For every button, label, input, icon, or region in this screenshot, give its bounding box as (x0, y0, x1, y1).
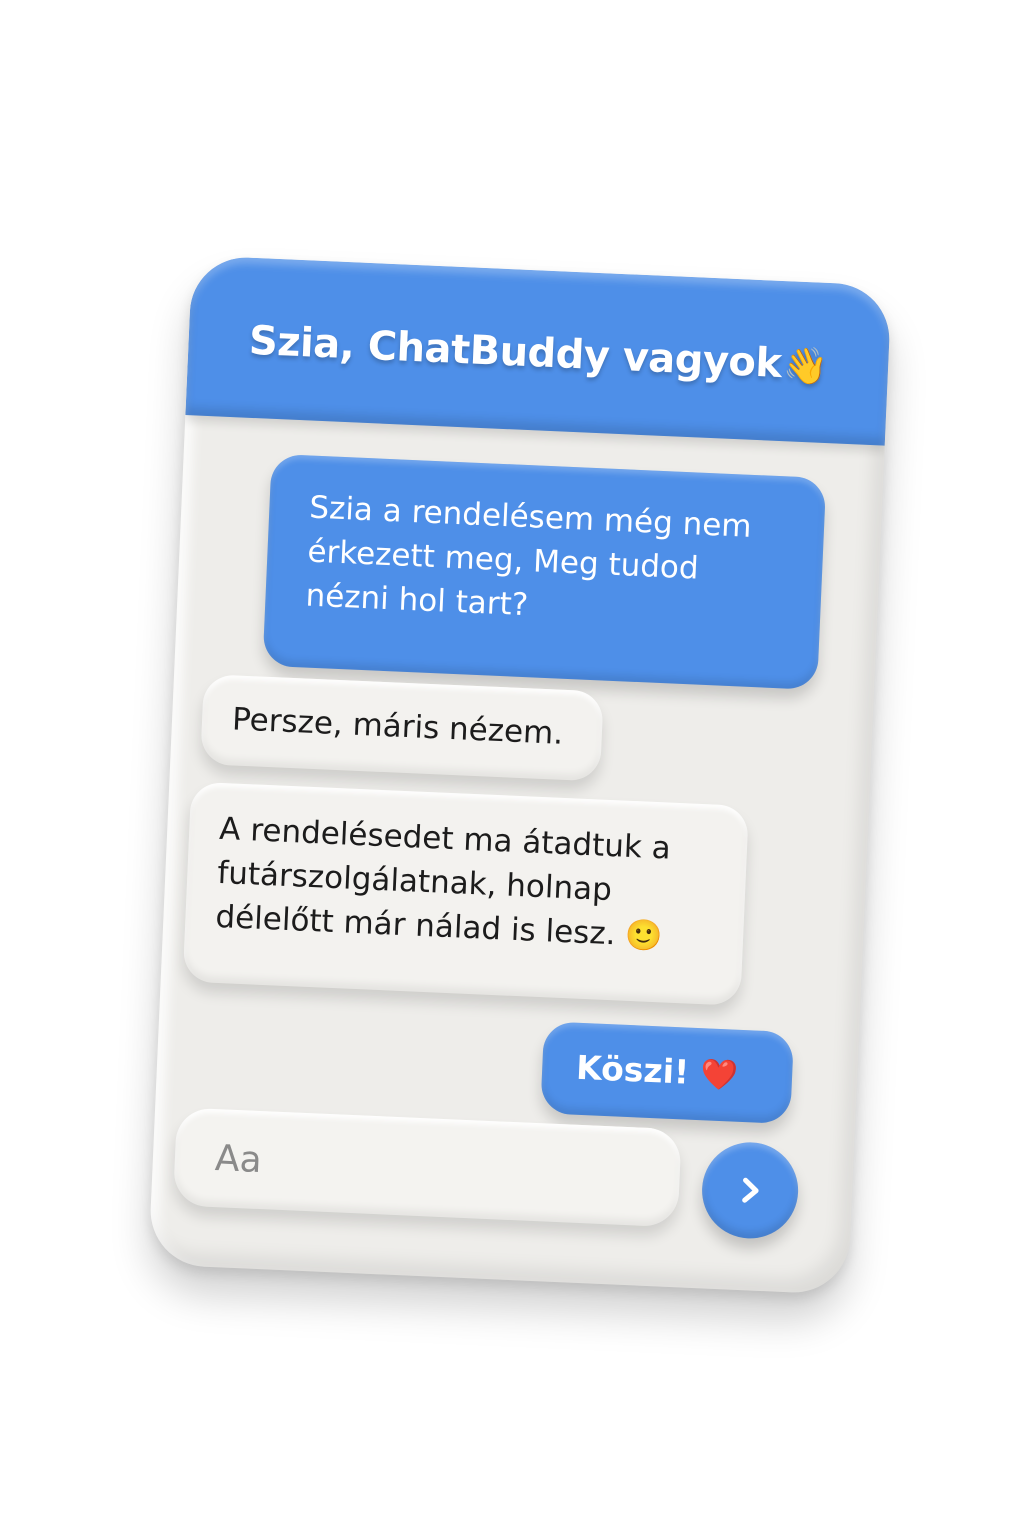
chat-title-text: Szia, ChatBuddy vagyok (248, 317, 783, 387)
chevron-right-icon (742, 1177, 759, 1203)
bot-message-bubble: A rendelésedet ma átadtuk a futárszolgál… (182, 781, 749, 1006)
chat-header: Szia, ChatBuddy vagyok👋 (185, 255, 892, 446)
message-text: A rendelésedet ma átadtuk a futárszolgál… (214, 810, 672, 953)
smiling-face-icon: 🙂 (624, 917, 664, 955)
waving-hand-icon: 👋 (782, 345, 829, 389)
message-input[interactable] (212, 1136, 643, 1199)
message-text: Köszi! (575, 1047, 690, 1092)
chat-title: Szia, ChatBuddy vagyok👋 (248, 318, 829, 389)
page: Szia, ChatBuddy vagyok👋 Szia a rendelése… (0, 0, 1024, 1536)
send-button[interactable] (700, 1140, 801, 1241)
message-text: Persze, máris nézem. (231, 701, 564, 752)
bot-message-bubble: Persze, máris nézem. (200, 674, 604, 782)
message-composer (172, 1107, 682, 1228)
user-message-bubble: Köszi! ❤️ (540, 1021, 795, 1125)
user-message-bubble: Szia a rendelésem még nem érkezett meg, … (262, 453, 827, 690)
message-text: Szia a rendelésem még nem érkezett meg, … (304, 489, 753, 624)
chat-card: Szia, ChatBuddy vagyok👋 Szia a rendelése… (148, 255, 892, 1295)
red-heart-icon: ❤️ (699, 1057, 739, 1094)
chat-widget: Szia, ChatBuddy vagyok👋 Szia a rendelése… (148, 255, 892, 1295)
